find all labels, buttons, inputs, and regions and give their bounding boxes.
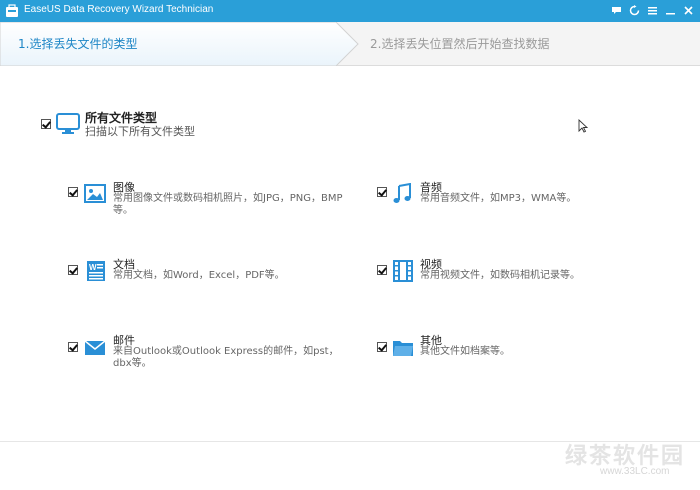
document-checkbox[interactable] <box>68 265 78 275</box>
all-types-checkbox[interactable] <box>41 119 51 129</box>
monitor-icon <box>56 113 80 134</box>
wizard-steps: 1.选择丢失文件的类型 2.选择丢失位置然后开始查找数据 <box>0 22 700 66</box>
svg-text:W: W <box>89 263 97 272</box>
video-description: 常用视频文件，如数码相机记录等。 <box>420 270 580 281</box>
app-logo-icon <box>6 4 18 17</box>
mouse-cursor-icon <box>578 119 588 133</box>
image-checkbox[interactable] <box>68 187 78 197</box>
step-1-label[interactable]: 1.选择丢失文件的类型 <box>18 35 137 52</box>
music-note-icon <box>393 183 411 203</box>
email-checkbox[interactable] <box>68 342 78 352</box>
email-description: 来自Outlook或Outlook Express的邮件，如pst，dbx等。 <box>113 346 339 369</box>
other-checkbox[interactable] <box>377 342 387 352</box>
image-icon <box>84 184 106 203</box>
window-title: EaseUS Data Recovery Wizard Technician <box>24 4 214 15</box>
folder-icon <box>393 341 413 356</box>
minimize-icon[interactable] <box>663 3 678 18</box>
image-description: 常用图像文件或数码相机照片，如JPG，PNG，BMP等。 <box>113 193 343 216</box>
step-2-label[interactable]: 2.选择丢失位置然后开始查找数据 <box>370 35 549 52</box>
chat-icon[interactable] <box>609 3 624 18</box>
title-bar: EaseUS Data Recovery Wizard Technician <box>0 0 700 22</box>
menu-icon[interactable] <box>645 3 660 18</box>
document-description: 常用文档，如Word，Excel，PDF等。 <box>113 270 285 281</box>
audio-checkbox[interactable] <box>377 187 387 197</box>
film-strip-icon <box>393 260 413 282</box>
video-checkbox[interactable] <box>377 265 387 275</box>
watermark-url: www.33LC.com <box>600 466 670 477</box>
window-controls <box>609 3 696 18</box>
all-types-description: 扫描以下所有文件类型 <box>85 125 195 138</box>
word-document-icon: W <box>87 261 105 281</box>
refresh-icon[interactable] <box>627 3 642 18</box>
close-icon[interactable] <box>681 3 696 18</box>
envelope-icon <box>84 340 106 355</box>
audio-description: 常用音频文件，如MP3，WMA等。 <box>420 193 577 204</box>
other-description: 其他文件如档案等。 <box>420 346 510 357</box>
